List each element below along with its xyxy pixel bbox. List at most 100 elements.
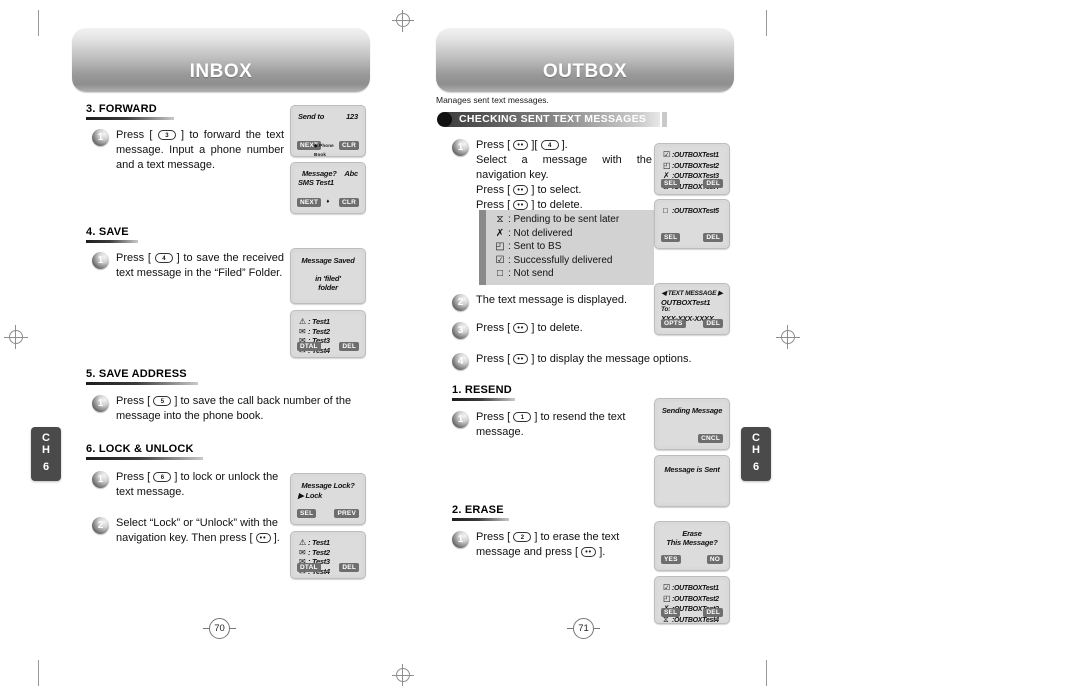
- list-item: ◰:OUTBOXTest2: [663, 593, 719, 603]
- softkey-clr[interactable]: CLR: [339, 141, 359, 150]
- softkey-sel[interactable]: SEL: [661, 608, 681, 617]
- page-number-dash: [230, 628, 236, 629]
- keypad-key-4: 4: [540, 140, 559, 150]
- softkey-del[interactable]: DEL: [703, 608, 723, 617]
- lcd-outbox-items-2: ☑:OUTBOXTest1 ◰:OUTBOXTest2 ✗:OUTBOXTest…: [663, 583, 719, 623]
- step-line: Select a message with the: [476, 154, 652, 166]
- lcd-message-indicator: Abc: [344, 169, 358, 178]
- step-lock-1: 1 Press [ 6 ] to lock or unlock the text…: [92, 470, 292, 500]
- topic-banner-label: CHECKING SENT TEXT MESSAGES: [459, 113, 647, 125]
- step-lock-2: 2 Select “Lock” or “Unlock” with the nav…: [92, 516, 292, 546]
- legend-row: ✗: Not delivered: [495, 227, 573, 239]
- legend-row: □: Not send: [494, 267, 619, 281]
- delivered-icon: ☑: [663, 583, 670, 592]
- bullet-dot-icon: [437, 111, 452, 127]
- softkey-sel[interactable]: SEL: [661, 233, 681, 242]
- softkey-del[interactable]: DEL: [703, 233, 723, 242]
- crop-mark-top-left: [38, 10, 39, 36]
- lcd-send-to-indicator: 123: [346, 112, 358, 121]
- lcd-saved-line3: folder: [318, 283, 338, 292]
- warning-icon: ⚠: [299, 317, 306, 326]
- list-item: ☑:OUTBOXTest1: [663, 583, 719, 592]
- crop-mark-bottom-right: [766, 660, 767, 686]
- crop-mark-bottom-left: [38, 660, 39, 686]
- step-resend-1: 1 Press [ 1 ] to resend the text message…: [452, 410, 642, 440]
- heading-forward: 3. FORWARD: [86, 103, 174, 120]
- softkey-clr[interactable]: CLR: [339, 198, 359, 207]
- inbox-section-header: INBOX: [72, 28, 370, 92]
- lcd-tm-line2: To:: [661, 306, 671, 313]
- softkey-del[interactable]: DEL: [339, 563, 359, 572]
- list-item: □:OUTBOXTest5: [663, 206, 719, 215]
- softkey-sel[interactable]: SEL: [297, 509, 317, 518]
- delivered-icon: ☑: [495, 254, 505, 266]
- envelope-icon: ✉: [299, 326, 306, 336]
- step-text-before: Select “Lock” or “Unlock” with the navig…: [116, 517, 278, 544]
- lcd-inbox-list-2: ⚠: Test1 ✉: Test2 ✉: Test3 ✉: Test4 DTAL…: [290, 531, 366, 579]
- outbox-section-header: OUTBOX: [436, 28, 734, 92]
- softkey-yes[interactable]: YES: [661, 555, 681, 564]
- registration-mark-bottom: [392, 664, 414, 686]
- list-item: ✉: Test2: [299, 326, 330, 336]
- topic-banner-checking-sent: CHECKING SENT TEXT MESSAGES: [437, 111, 668, 127]
- navigation-ok-key: ••: [513, 185, 529, 195]
- heading-resend: 1. RESEND: [452, 384, 515, 401]
- lcd-message-prompt: Message? Abc SMS Test1 NEXT ♦ CLR: [290, 162, 366, 214]
- lcd-outbox-list: ☑:OUTBOXTest1 ◰:OUTBOXTest2 ✗:OUTBOXTest…: [654, 143, 730, 195]
- step-number: 4: [452, 353, 469, 370]
- lcd-erase-confirm: Erase This Message? YES NO: [654, 521, 730, 571]
- keypad-key-5: 5: [153, 396, 172, 406]
- step-checking-1: 1 Press [ •• ][ 4 ]. Select a message wi…: [452, 138, 652, 213]
- softkey-del[interactable]: DEL: [339, 342, 359, 351]
- step-number: 1: [92, 252, 109, 269]
- lcd-message-saved: Message Saved in 'filed' folder: [290, 248, 366, 304]
- delivered-icon: ☑: [663, 150, 670, 159]
- list-item: ☑:OUTBOXTest1: [663, 150, 719, 159]
- step-line: Press [ •• ][ 4 ].: [476, 139, 568, 151]
- keypad-key-2: 2: [513, 532, 532, 542]
- softkey-del[interactable]: DEL: [703, 179, 723, 188]
- softkey-prev[interactable]: PREV: [334, 509, 359, 518]
- step-line: Press [ •• ] to select.: [476, 184, 582, 196]
- step-number: 1: [92, 129, 109, 146]
- legend-side-bar: [479, 210, 486, 285]
- lcd-inbox-list: ⚠: Test1 ✉: Test2 ✉: Test3 ✉: Test4 DTAL…: [290, 310, 366, 358]
- step-checking-3: 3 Press [ •• ] to delete.: [452, 321, 682, 339]
- softkey-cncl[interactable]: CNCL: [698, 434, 723, 443]
- step-number: 1: [92, 471, 109, 488]
- clear-key: ••: [513, 200, 529, 210]
- softkey-del[interactable]: DEL: [703, 319, 723, 328]
- pending-icon: ⧖: [496, 214, 504, 225]
- step-text-before: Press [: [116, 395, 151, 407]
- lcd-message-lock: Message Lock? ▶ Lock SEL PREV: [290, 473, 366, 525]
- step-save-address-1: 1 Press [ 5 ] to save the call back numb…: [92, 394, 372, 424]
- keypad-key-3: 3: [157, 130, 176, 140]
- step-number: 1: [452, 531, 469, 548]
- page-number-left: 70: [203, 618, 236, 639]
- softkey-next[interactable]: NEXT: [297, 198, 322, 207]
- softkey-sel[interactable]: SEL: [661, 179, 681, 188]
- sent-to-bs-icon: ◰: [495, 241, 505, 252]
- chapter-tab-right: C H 6: [741, 427, 771, 481]
- not-send-icon: □: [496, 268, 504, 279]
- lcd-message-body: SMS Test1: [298, 178, 334, 187]
- lcd-outbox-list-single: □:OUTBOXTest5 SEL DEL: [654, 199, 730, 249]
- softkey-no[interactable]: NO: [706, 555, 723, 564]
- step-number: 2: [92, 517, 109, 534]
- registration-mark-right: [776, 325, 800, 349]
- softkey-dtal[interactable]: DTAL: [297, 342, 321, 351]
- sent-to-bs-icon: ◰: [663, 160, 671, 170]
- step-number: 1: [92, 395, 109, 412]
- step-line: navigation key.: [476, 169, 549, 181]
- legend-row: ⧖: Pending to be sent later: [494, 213, 619, 227]
- lcd-send-to: Send to 123 NEXT ◆ Phone Book CLR: [290, 105, 366, 157]
- step-save-1: 1 Press [ 4 ] to save the received text …: [92, 251, 284, 281]
- registration-mark-top: [392, 10, 414, 32]
- step-number: 1: [452, 411, 469, 428]
- page-title-inbox: INBOX: [189, 61, 253, 82]
- list-item: ✉: Test2: [299, 547, 330, 557]
- lcd-saved-line2: in 'filed': [315, 274, 341, 283]
- softkey-dtal[interactable]: DTAL: [297, 563, 321, 572]
- not-delivered-icon: ✗: [495, 227, 505, 239]
- step-text-before: Press [: [116, 129, 153, 141]
